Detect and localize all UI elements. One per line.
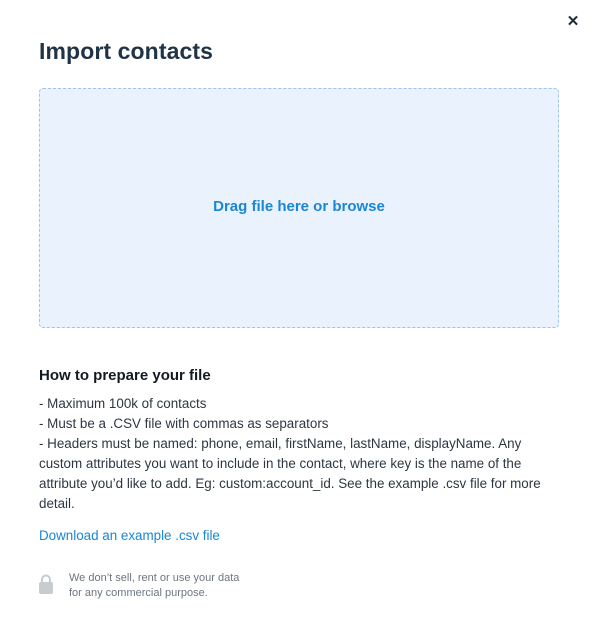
download-example-link[interactable]: Download an example .csv file (39, 528, 220, 543)
privacy-line-2: for any commercial purpose. (69, 587, 208, 599)
instruction-item: - Maximum 100k of contacts (39, 396, 207, 411)
instructions-title: How to prepare your file (39, 367, 211, 384)
dropzone-browse-label[interactable]: Drag file here or browse (213, 198, 385, 215)
close-icon[interactable]: ✕ (565, 14, 581, 30)
file-dropzone[interactable]: Drag file here or browse (39, 88, 559, 328)
privacy-text: We don’t sell, rent or use your data for… (69, 571, 239, 601)
lock-icon (39, 574, 53, 594)
privacy-notice: We don’t sell, rent or use your data for… (39, 571, 239, 601)
import-contacts-modal: ✕ Import contacts Drag file here or brow… (0, 0, 597, 643)
instruction-item: - Must be a .CSV file with commas as sep… (39, 416, 329, 431)
instruction-item: - Headers must be named: phone, email, f… (39, 436, 541, 511)
instructions-list: - Maximum 100k of contacts - Must be a .… (39, 394, 559, 514)
privacy-line-1: We don’t sell, rent or use your data (69, 572, 240, 584)
modal-title: Import contacts (39, 38, 214, 64)
